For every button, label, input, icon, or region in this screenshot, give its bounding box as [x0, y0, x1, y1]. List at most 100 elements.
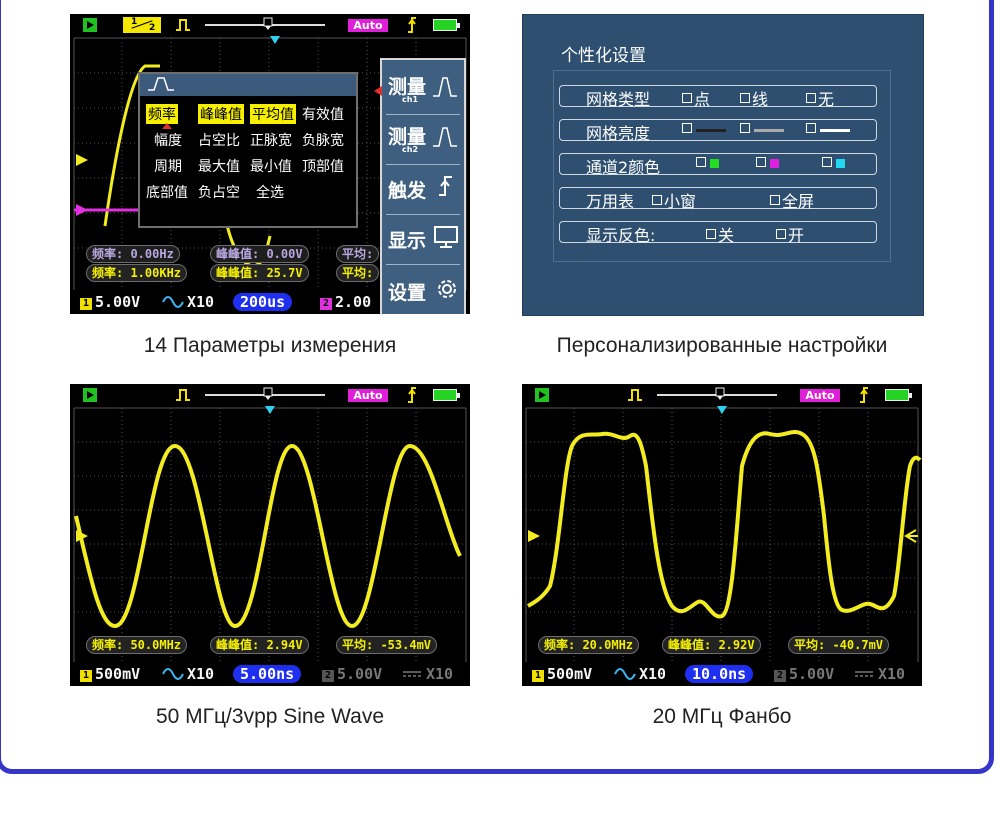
ch2-vpp-readout: 峰峰值: 0.00V: [210, 245, 309, 263]
pulse-icon: [148, 77, 174, 91]
battery-icon: [885, 389, 912, 401]
brightness-option-bright[interactable]: [806, 120, 818, 139]
battery-icon: [433, 19, 460, 31]
magenta-swatch: [770, 159, 779, 168]
settings-title: 个性化设置: [561, 46, 646, 66]
ch1-probe[interactable]: X10: [187, 665, 214, 683]
ch1-vpp-readout: 峰峰值: 25.7V: [210, 264, 309, 282]
menu-item-max[interactable]: 最大值: [198, 156, 240, 176]
ch1-badge[interactable]: 1: [80, 670, 92, 682]
run-icon[interactable]: [83, 18, 97, 32]
ch2-badge[interactable]: 2: [320, 298, 332, 310]
ch1-volts[interactable]: 500mV: [547, 665, 592, 683]
brightness-option-mid[interactable]: [740, 120, 752, 139]
menu-item-amplitude[interactable]: 幅度: [154, 130, 182, 150]
sine-trace: [74, 443, 462, 629]
frequency-readout: 频率: 50.0MHz: [86, 636, 188, 654]
menu-item-neg-width[interactable]: 负脉宽: [302, 130, 344, 150]
side-menu-display[interactable]: 显示: [388, 226, 426, 253]
menu-item-select-all[interactable]: 全选: [256, 182, 284, 202]
settings-row-ch2-color: 通道2颜色: [559, 153, 877, 177]
trigger-edge-icon: [408, 17, 416, 33]
ch2-probe[interactable]: X10: [878, 665, 905, 683]
timebase-value[interactable]: 5.00ns: [233, 665, 302, 683]
menu-item-duty[interactable]: 占空比: [198, 130, 240, 150]
run-icon[interactable]: [83, 388, 97, 402]
option-none[interactable]: 无: [806, 86, 834, 110]
menu-item-min[interactable]: 最小值: [250, 156, 292, 176]
measurement-menu: 频率 峰峰值 平均值 有效值 幅度 占空比 正脉宽 负脉宽 周期 最大值 最小值…: [138, 72, 358, 228]
option-fullscreen[interactable]: 全屏: [770, 188, 814, 212]
menu-item-base[interactable]: 底部值: [146, 182, 188, 202]
menu-item-period[interactable]: 周期: [154, 156, 182, 176]
side-menu-trigger[interactable]: 触发: [388, 176, 426, 203]
menu-item-frequency[interactable]: 频率: [146, 104, 178, 124]
pulse-icon: [176, 19, 190, 31]
ratio-icon: 1 2: [123, 17, 161, 33]
trigger-edge-icon: [439, 176, 452, 196]
timebase-value[interactable]: 10.0ns: [685, 665, 754, 683]
run-icon[interactable]: [535, 388, 549, 402]
menu-item-vpp[interactable]: 峰峰值: [198, 104, 244, 124]
side-menu-pointer: [374, 86, 382, 96]
ch2-volts[interactable]: 5.00V: [789, 665, 834, 683]
caption-square: 20 МГц Фанбо: [652, 705, 792, 728]
ch2-badge[interactable]: 2: [774, 670, 786, 682]
trigger-mode-badge[interactable]: Auto: [348, 19, 388, 32]
color-option-cyan[interactable]: [822, 154, 834, 173]
menu-item-neg-duty[interactable]: 负占空: [198, 182, 240, 202]
cyan-swatch: [836, 159, 845, 168]
ch1-probe[interactable]: X10: [639, 665, 666, 683]
ch1-badge[interactable]: 1: [80, 298, 92, 310]
ch2-volts[interactable]: 2.00: [335, 293, 371, 311]
settings-row-multimeter: 万用表 小窗 全屏: [559, 187, 877, 212]
vpp-readout: 峰峰值: 2.94V: [210, 636, 309, 654]
color-option-green[interactable]: [696, 154, 708, 173]
menu-item-pos-width[interactable]: 正脉宽: [250, 130, 292, 150]
channel-bar: 1 500mV X10 10.0ns 2 5.00V X10: [522, 662, 922, 686]
side-menu-measure-ch1[interactable]: 测量 ch1: [388, 72, 426, 104]
trigger-position-marker[interactable]: [263, 17, 273, 31]
green-swatch: [710, 159, 719, 168]
dc-coupling-icon: [855, 671, 873, 677]
pulse-icon: [628, 389, 642, 401]
brightness-option-dark[interactable]: [682, 120, 694, 139]
trigger-position-marker[interactable]: [715, 387, 725, 401]
menu-item-rms[interactable]: 有效值: [302, 104, 344, 124]
pulse-icon: [433, 77, 457, 97]
vpp-readout: 峰峰值: 2.92V: [662, 636, 761, 654]
trigger-edge-icon: [408, 387, 416, 403]
dc-coupling-icon: [403, 671, 421, 677]
side-menu: 测量 ch1 测量 ch2 触发 显示 设置: [380, 58, 466, 314]
ch1-volts[interactable]: 5.00V: [95, 293, 140, 311]
trigger-mode-badge[interactable]: Auto: [800, 389, 840, 402]
ch1-volts[interactable]: 500mV: [95, 665, 140, 683]
settings-row-grid-type: 网格类型 点 线 无: [559, 85, 877, 110]
option-on[interactable]: 开: [776, 222, 804, 246]
option-off[interactable]: 关: [706, 222, 734, 246]
settings-row-grid-brightness: 网格亮度: [559, 119, 877, 143]
option-line[interactable]: 线: [740, 86, 768, 110]
caption-measurement: 14 Параметры измерения: [143, 334, 397, 357]
ac-coupling-icon: [162, 296, 184, 308]
side-menu-measure-ch2[interactable]: 测量 ch2: [388, 122, 426, 154]
trigger-position-marker[interactable]: [263, 387, 273, 401]
color-option-magenta[interactable]: [756, 154, 768, 173]
trigger-mode-badge[interactable]: Auto: [348, 389, 388, 402]
option-small-window[interactable]: 小窗: [652, 188, 696, 212]
scope-panel-square: Auto 频率: 20.0MHz 峰峰值: 2.92V 平均: -40.7mV …: [522, 384, 922, 686]
ch2-badge[interactable]: 2: [322, 670, 334, 682]
caption-sine: 50 МГц/3vpp Sine Wave: [155, 705, 385, 728]
ch1-probe[interactable]: X10: [187, 293, 214, 311]
side-menu-settings[interactable]: 设置: [388, 278, 426, 305]
menu-item-top[interactable]: 顶部值: [302, 156, 344, 176]
monitor-icon: [434, 226, 458, 248]
ch1-badge[interactable]: 1: [532, 670, 544, 682]
status-bar: Auto: [70, 384, 470, 406]
timebase-value[interactable]: 200us: [233, 293, 293, 311]
option-dot[interactable]: 点: [682, 86, 710, 110]
ch2-volts[interactable]: 5.00V: [337, 665, 382, 683]
ch2-probe[interactable]: X10: [426, 665, 453, 683]
menu-item-average[interactable]: 平均值: [250, 104, 296, 124]
ch1-frequency-readout: 频率: 1.00KHz: [86, 264, 188, 282]
